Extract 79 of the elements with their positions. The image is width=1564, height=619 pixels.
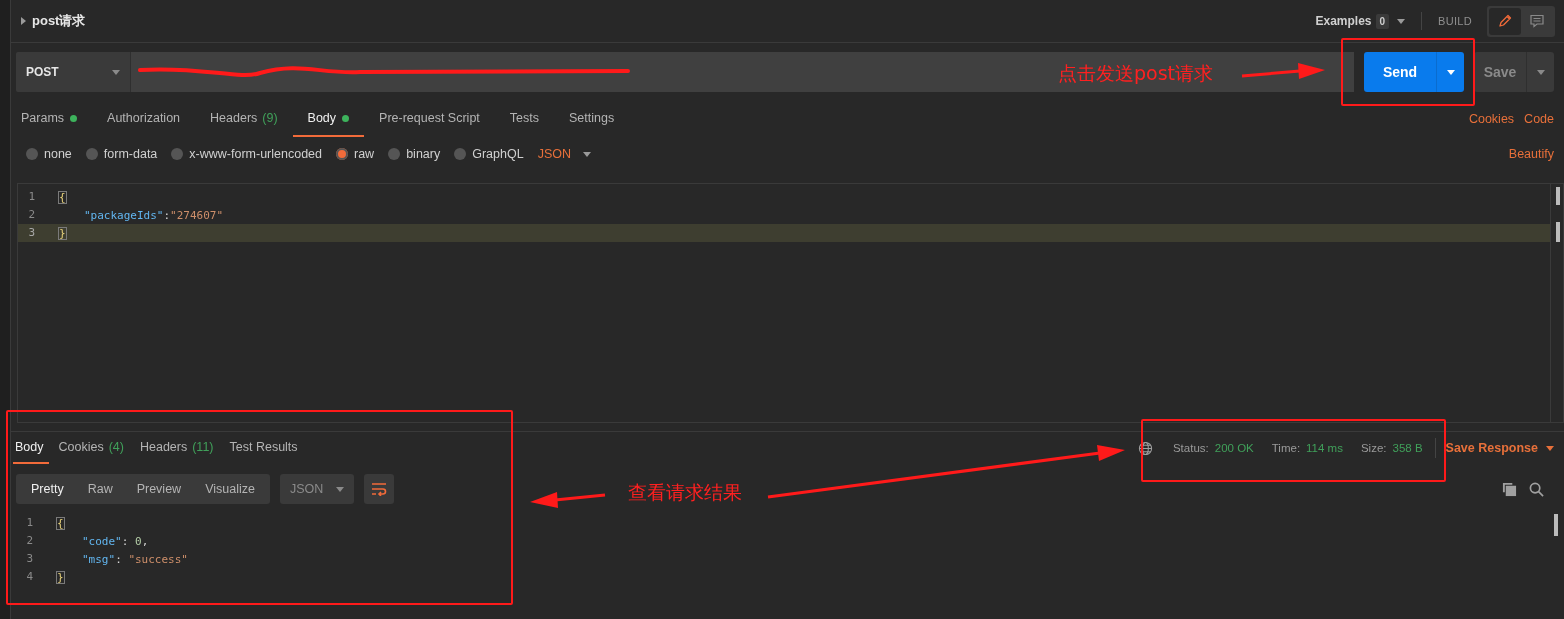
globe-icon[interactable] bbox=[1137, 440, 1153, 456]
radio-button[interactable] bbox=[454, 148, 467, 160]
request-tab[interactable]: Pre-request Script bbox=[364, 101, 495, 137]
annotation-text: 点击发送post请求 bbox=[1058, 61, 1214, 86]
caret-icon bbox=[582, 151, 591, 157]
radio-button[interactable] bbox=[336, 148, 348, 160]
response-tab[interactable]: Body bbox=[13, 432, 49, 464]
caret-icon bbox=[1397, 18, 1406, 24]
response-tab[interactable]: Test Results bbox=[227, 432, 312, 464]
request-tab[interactable]: Authorization bbox=[92, 101, 196, 137]
format-dropdown[interactable]: JSON bbox=[537, 147, 591, 161]
link[interactable]: Code bbox=[1524, 112, 1554, 126]
code-text: } bbox=[56, 570, 65, 584]
radio-option[interactable]: binary bbox=[388, 147, 441, 161]
line-number: 1 bbox=[27, 189, 36, 205]
wrap-button[interactable] bbox=[363, 474, 394, 504]
wrap-lines-icon bbox=[370, 482, 387, 496]
radio-button[interactable] bbox=[26, 148, 38, 160]
url-field[interactable] bbox=[130, 52, 1354, 92]
code-text: { bbox=[58, 190, 67, 204]
method-dropdown[interactable]: POST bbox=[16, 52, 130, 92]
line-number: 4 bbox=[25, 569, 34, 585]
caret-icon bbox=[1536, 69, 1545, 75]
line-number: 2 bbox=[27, 207, 36, 223]
stat-value: 200 OK bbox=[1214, 442, 1254, 454]
line-number: 3 bbox=[25, 551, 34, 567]
stat-value: 114 ms bbox=[1306, 442, 1343, 454]
line-number: 2 bbox=[25, 533, 34, 549]
expand-arrow-icon[interactable] bbox=[21, 17, 26, 25]
request-tab[interactable]: Body bbox=[292, 101, 365, 137]
copy-icon[interactable] bbox=[1502, 481, 1517, 497]
view-tab[interactable]: Pretty bbox=[19, 474, 76, 504]
response-tab[interactable]: Cookies (4) bbox=[56, 432, 138, 464]
stat-value: 358 B bbox=[1392, 442, 1423, 454]
code-text: "msg": "success" bbox=[81, 552, 188, 566]
view-tab[interactable]: Visualize bbox=[193, 474, 267, 504]
radio-option[interactable]: none bbox=[26, 147, 72, 161]
radio-button[interactable] bbox=[85, 148, 98, 160]
radio-option[interactable]: GraphQL bbox=[454, 147, 524, 161]
caret-icon bbox=[1446, 69, 1455, 75]
caret-icon bbox=[1546, 445, 1554, 451]
code-text: "packageIds":"274607" bbox=[83, 208, 224, 222]
line-number: 1 bbox=[25, 515, 34, 531]
beautify-link[interactable]: Beautify bbox=[1508, 147, 1554, 161]
scrollbar[interactable] bbox=[1554, 514, 1558, 536]
radio-option[interactable]: form-data bbox=[85, 147, 158, 161]
response-tab[interactable]: Headers (11) bbox=[137, 432, 228, 464]
stat-label: Size: bbox=[1360, 442, 1387, 454]
scrollbar[interactable] bbox=[1550, 183, 1564, 423]
view-tab[interactable]: Raw bbox=[75, 474, 125, 504]
radio-button[interactable] bbox=[171, 148, 184, 160]
pencil-icon bbox=[1497, 13, 1513, 29]
stat-label: Status: bbox=[1172, 442, 1209, 454]
save-response-button[interactable]: Save Response bbox=[1445, 441, 1554, 455]
view-toggle[interactable] bbox=[1487, 5, 1555, 37]
search-icon[interactable] bbox=[1529, 481, 1544, 497]
send-button[interactable]: Send bbox=[1364, 52, 1464, 92]
request-tab[interactable]: Headers (9) bbox=[195, 101, 293, 137]
code-text: "code": 0, bbox=[81, 534, 149, 548]
radio-button[interactable] bbox=[388, 148, 401, 160]
request-tab[interactable]: Settings bbox=[554, 101, 630, 137]
view-tab[interactable]: Preview bbox=[124, 474, 194, 504]
request-title[interactable]: post请求 bbox=[32, 12, 86, 30]
examples-dropdown[interactable]: Examples 0 bbox=[1315, 13, 1390, 29]
stat-label: Time: bbox=[1271, 442, 1301, 454]
annotation-text: 查看请求结果 bbox=[628, 480, 742, 505]
comment-icon bbox=[1529, 13, 1545, 29]
link[interactable]: Cookies bbox=[1468, 112, 1515, 126]
code-text: { bbox=[56, 516, 65, 530]
code-text: } bbox=[58, 226, 67, 240]
edit-mode-button[interactable] bbox=[1489, 7, 1521, 35]
caret-icon bbox=[335, 486, 344, 492]
code-editor[interactable]: 1 { 2 "packageIds":"274607" 3 } bbox=[17, 183, 1550, 423]
request-tab[interactable]: Tests bbox=[494, 101, 554, 137]
radio-option[interactable]: raw bbox=[336, 147, 375, 161]
caret-icon bbox=[112, 69, 120, 75]
request-tab[interactable]: Params bbox=[11, 101, 93, 137]
radio-option[interactable]: x-www-form-urlencoded bbox=[171, 147, 322, 161]
build-mode-label: BUILD bbox=[1438, 15, 1472, 27]
